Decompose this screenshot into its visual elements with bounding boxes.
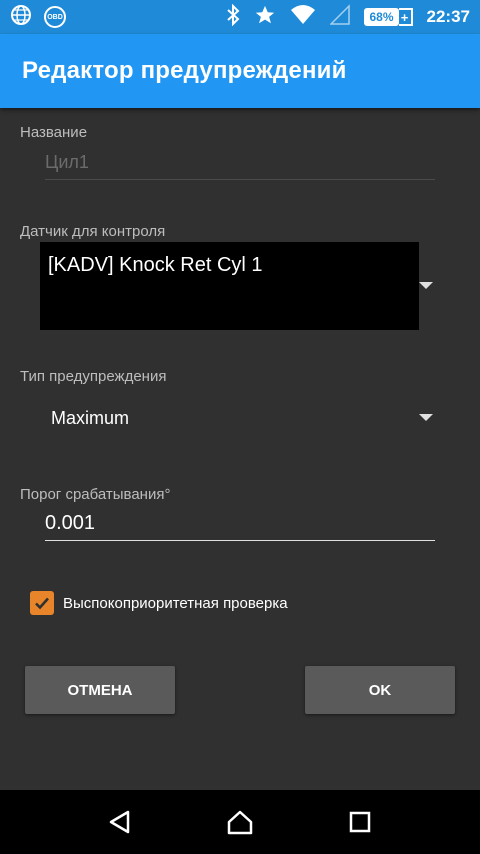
type-label: Тип предупреждения bbox=[20, 368, 167, 385]
status-time: 22:37 bbox=[426, 7, 470, 26]
home-button[interactable] bbox=[220, 802, 260, 842]
threshold-input[interactable]: 0.001 bbox=[45, 512, 435, 541]
sensor-value: [KADV] Knock Ret Cyl 1 bbox=[48, 254, 263, 276]
checkmark-icon bbox=[35, 597, 49, 610]
obd-icon: OBD bbox=[44, 6, 66, 28]
status-bar-left: OBD bbox=[10, 4, 78, 31]
sensor-label: Датчик для контроля bbox=[20, 223, 166, 240]
status-bar: OBD 68% + 22:37 bbox=[0, 0, 480, 34]
name-label: Название bbox=[20, 124, 88, 141]
bluetooth-icon bbox=[226, 3, 240, 31]
sensor-dropdown[interactable]: [KADV] Knock Ret Cyl 1 bbox=[40, 242, 419, 330]
cancel-button[interactable]: ОТМЕНА bbox=[25, 666, 175, 714]
type-dropdown[interactable]: Maximum bbox=[51, 408, 129, 429]
globe-icon bbox=[10, 4, 32, 31]
name-field[interactable]: Цил1 bbox=[45, 152, 435, 180]
recents-icon bbox=[349, 811, 371, 833]
back-button[interactable] bbox=[100, 802, 140, 842]
home-icon bbox=[227, 810, 253, 835]
wifi-icon bbox=[290, 4, 316, 31]
ok-button-label: OK bbox=[368, 681, 392, 699]
back-icon bbox=[109, 810, 130, 834]
recents-button[interactable] bbox=[340, 802, 380, 842]
status-bar-right: 68% + 22:37 bbox=[212, 3, 470, 31]
page-title: Редактор предупреждений bbox=[22, 57, 347, 84]
priority-check-row[interactable]: Выспокоприоритетная проверка bbox=[30, 591, 288, 615]
battery-charging-icon: + bbox=[398, 8, 413, 26]
app-bar: Редактор предупреждений bbox=[0, 34, 480, 108]
type-dropdown-arrow-icon[interactable] bbox=[419, 414, 433, 421]
ok-button[interactable]: OK bbox=[305, 666, 455, 714]
priority-checkbox-label: Выспокоприоритетная проверка bbox=[63, 594, 288, 612]
battery-icon: 68% + bbox=[364, 8, 413, 26]
signal-icon bbox=[329, 3, 351, 31]
priority-checkbox[interactable] bbox=[30, 591, 54, 615]
name-placeholder: Цил1 bbox=[45, 152, 89, 172]
threshold-value: 0.001 bbox=[45, 512, 96, 534]
star-icon bbox=[254, 4, 276, 31]
sensor-dropdown-arrow-icon[interactable] bbox=[419, 282, 433, 289]
battery-percent: 68% bbox=[364, 8, 399, 26]
cancel-button-label: ОТМЕНА bbox=[67, 681, 133, 699]
threshold-label: Порог срабатывания° bbox=[20, 486, 171, 503]
nav-bar bbox=[0, 790, 480, 854]
